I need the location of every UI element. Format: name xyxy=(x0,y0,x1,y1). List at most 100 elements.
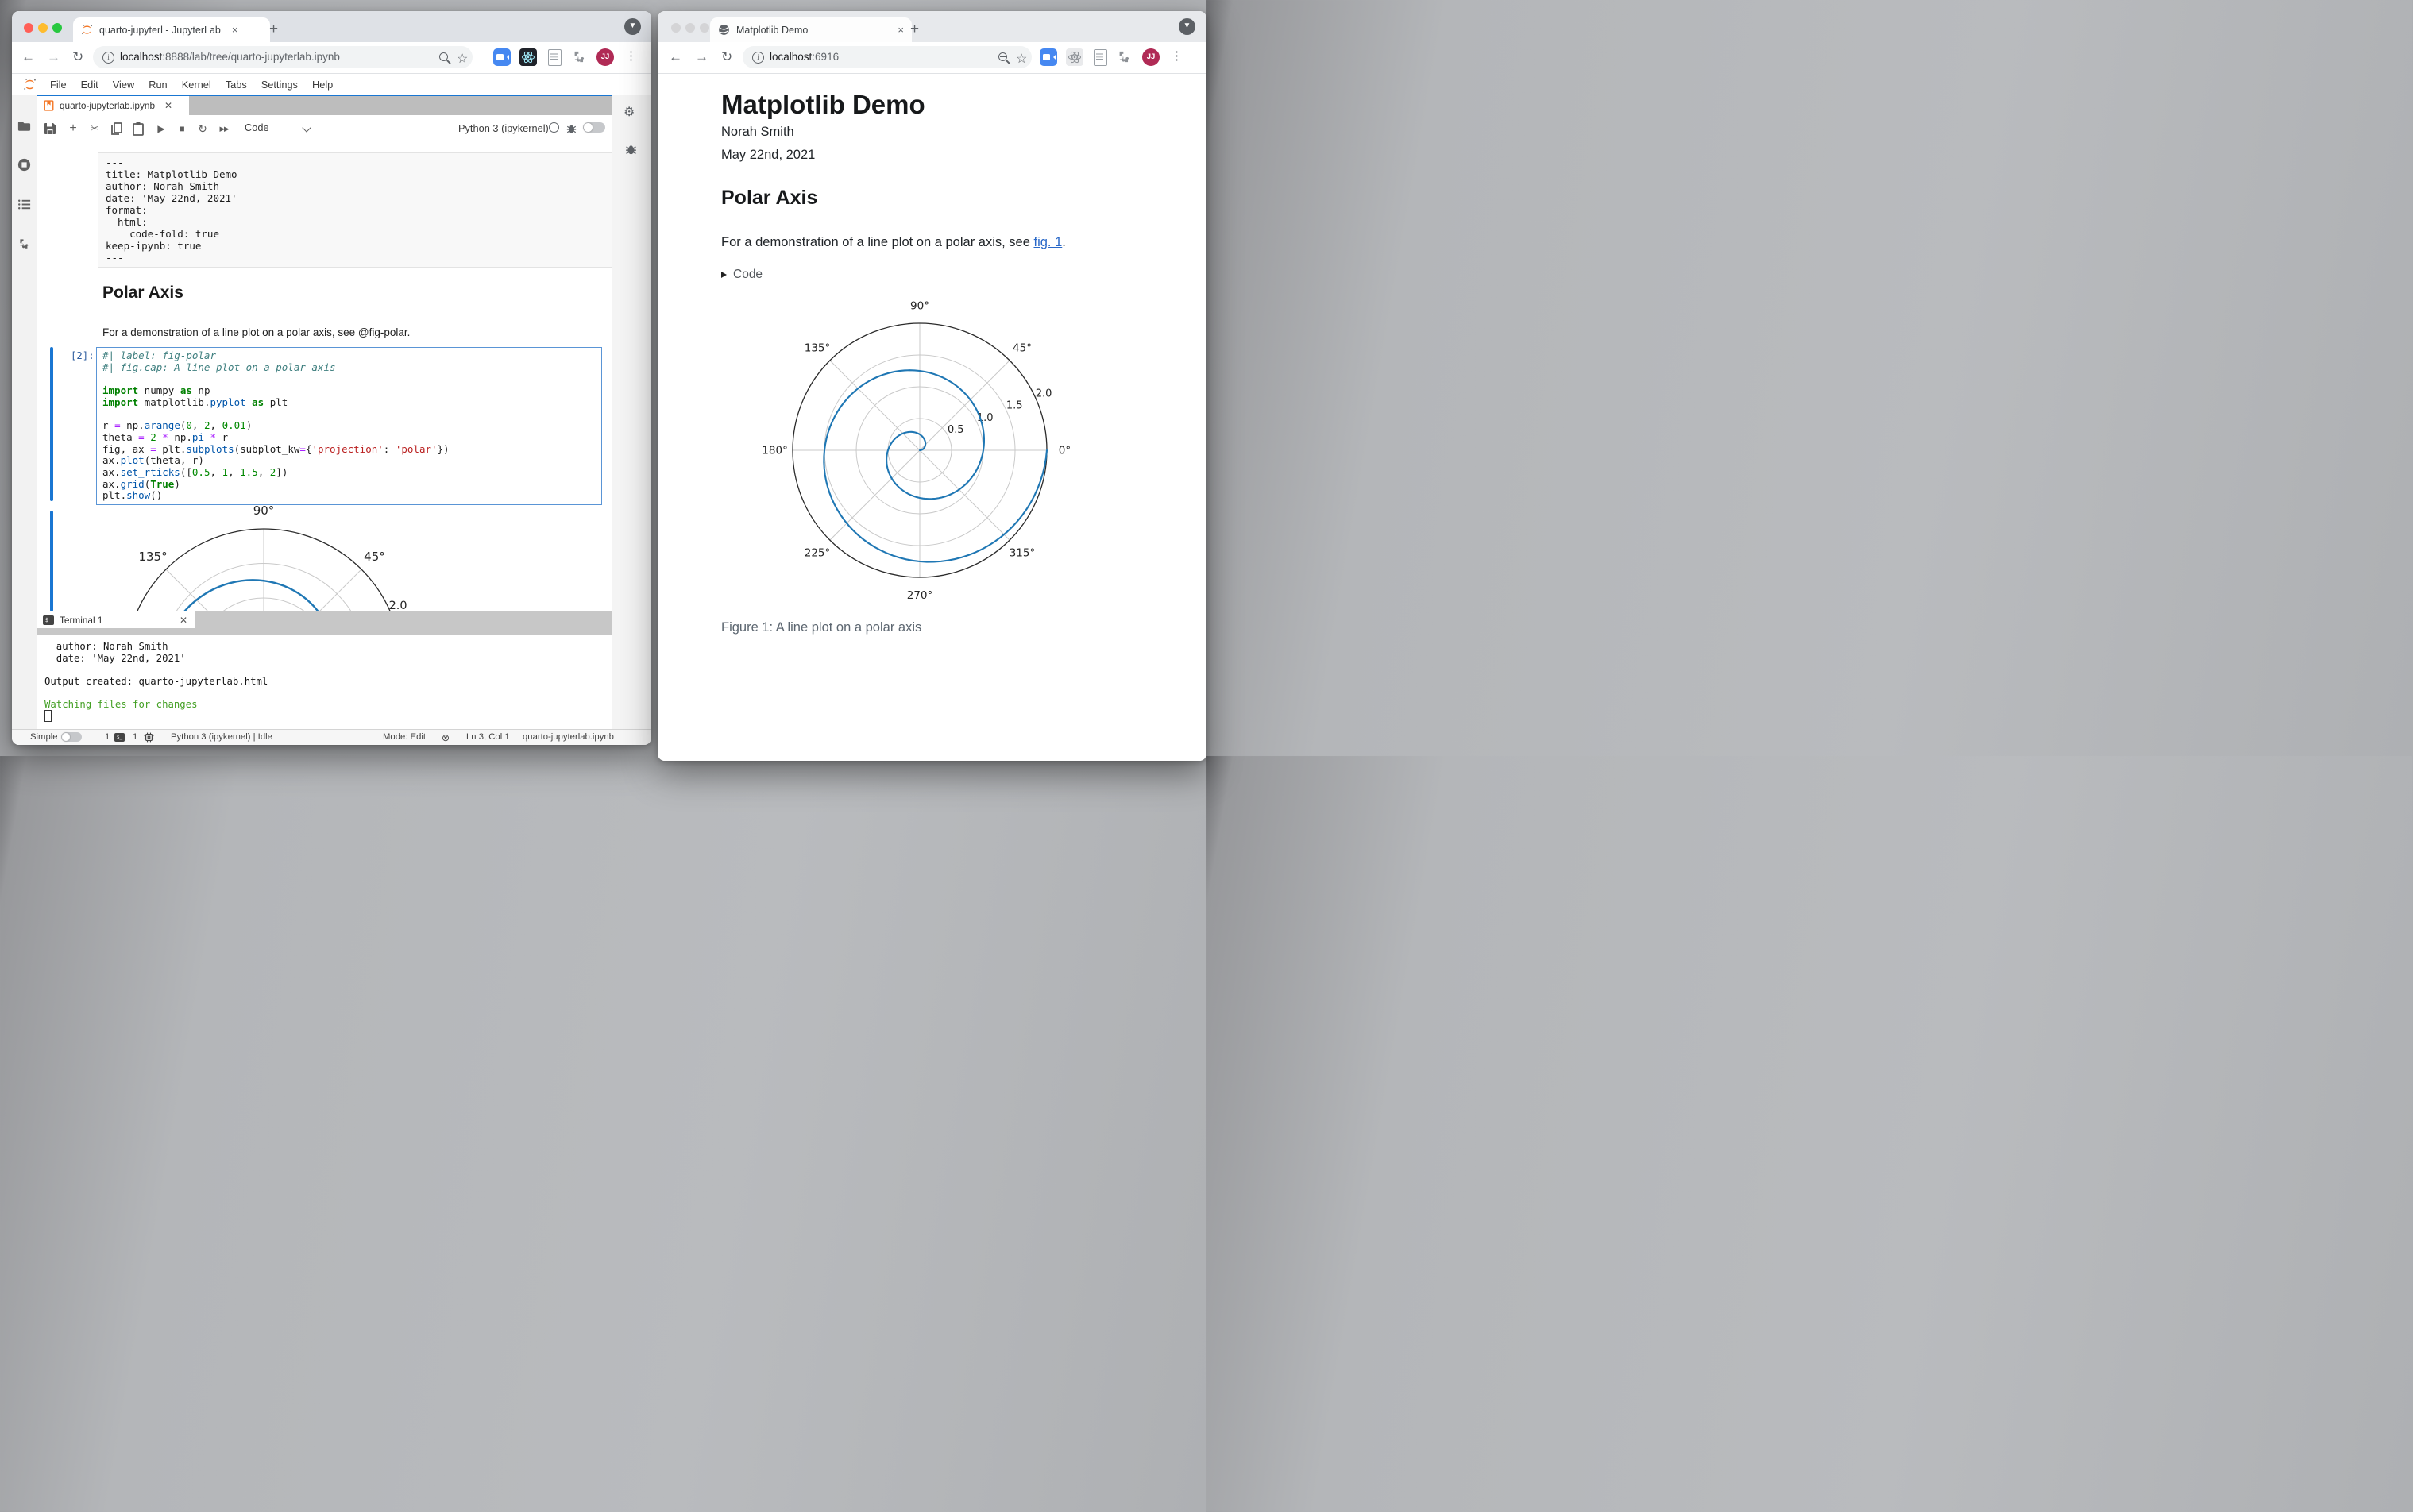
execution-count: [2]: xyxy=(71,350,95,361)
status-terminal-icon[interactable]: $_ xyxy=(114,733,125,742)
react-devtools-icon[interactable] xyxy=(1066,48,1083,66)
simple-mode-toggle[interactable] xyxy=(61,732,82,742)
rendered-doc-browser-window: Matplotlib Demo × + ▼ ← → ↻ i localhost:… xyxy=(658,11,1206,761)
reload-icon[interactable]: ↻ xyxy=(72,49,83,65)
svg-text:225°: 225° xyxy=(805,547,831,560)
browser-menu-icon[interactable]: ⋮ xyxy=(625,48,637,63)
extensions-puzzle-icon[interactable] xyxy=(1116,48,1133,66)
zoom-window-button[interactable] xyxy=(52,23,62,33)
new-tab-button[interactable]: + xyxy=(910,21,919,38)
toolbar-bug-icon[interactable] xyxy=(566,122,577,134)
copy-cells-icon[interactable] xyxy=(109,121,125,137)
svg-text:0°: 0° xyxy=(1059,445,1071,457)
forward-icon[interactable]: → xyxy=(695,49,708,65)
property-inspector-gear-icon[interactable]: ⚙ xyxy=(624,104,635,120)
document-extension-icon[interactable] xyxy=(546,48,563,66)
jupyter-logo xyxy=(24,79,36,90)
address-bar[interactable]: i localhost:8888/lab/tree/quarto-jupyter… xyxy=(93,46,473,68)
document-title: Matplotlib Demo xyxy=(721,90,925,119)
cut-cells-icon[interactable]: ✂ xyxy=(87,121,102,137)
close-tab-icon[interactable]: × xyxy=(232,24,238,36)
restart-kernel-icon[interactable]: ↻ xyxy=(195,121,210,137)
yaml-raw-cell[interactable]: --- title: Matplotlib Demo author: Norah… xyxy=(98,152,612,268)
tab-search-icon[interactable]: ▼ xyxy=(1179,18,1195,35)
terminal-tab[interactable]: $_ Terminal 1 ✕ xyxy=(37,611,195,628)
save-icon[interactable] xyxy=(42,121,58,137)
bookmark-star-icon[interactable]: ☆ xyxy=(1016,51,1027,67)
browser-menu-icon[interactable]: ⋮ xyxy=(1171,48,1183,63)
figure-caption: Figure 1: A line plot on a polar axis xyxy=(721,620,922,634)
interrupt-kernel-icon[interactable]: ■ xyxy=(174,121,190,137)
status-kernel-chip-icon[interactable] xyxy=(144,732,154,742)
kernel-status-text[interactable]: Python 3 (ipykernel) | Idle xyxy=(171,732,272,742)
cell-collapser[interactable] xyxy=(50,347,53,501)
back-icon[interactable]: ← xyxy=(669,49,682,65)
menu-item-kernel[interactable]: Kernel xyxy=(175,79,218,91)
svg-text:90°: 90° xyxy=(910,299,929,312)
minimize-window-button[interactable] xyxy=(685,23,695,33)
extensions-puzzle-icon[interactable] xyxy=(571,48,589,66)
new-tab-button[interactable]: + xyxy=(269,21,278,38)
menu-item-tabs[interactable]: Tabs xyxy=(218,79,254,91)
zoom-window-button[interactable] xyxy=(700,23,709,33)
close-terminal-icon[interactable]: ✕ xyxy=(180,615,187,626)
jupyterlab-browser-window: quarto-jupyterl - JupyterLab × + ▼ ← → ↻… xyxy=(12,11,651,745)
search-icon[interactable] xyxy=(439,52,448,61)
cursor-position[interactable]: Ln 3, Col 1 xyxy=(466,732,510,742)
back-icon[interactable]: ← xyxy=(21,49,35,65)
output-collapser[interactable] xyxy=(50,511,53,611)
close-tab-icon[interactable]: × xyxy=(898,24,904,36)
notebook-file-tab[interactable]: quarto-jupyterlab.ipynb ✕ xyxy=(37,96,189,115)
close-window-button[interactable] xyxy=(671,23,681,33)
menubar-items: File Edit View Run Kernel Tabs Settings Help xyxy=(43,79,340,91)
site-info-icon[interactable]: i xyxy=(102,52,114,64)
close-window-button[interactable] xyxy=(24,23,33,33)
profile-avatar[interactable]: JJ xyxy=(596,48,614,66)
react-devtools-icon[interactable] xyxy=(519,48,537,66)
browser-tab[interactable]: quarto-jupyterl - JupyterLab × xyxy=(73,17,270,42)
paste-cells-icon[interactable] xyxy=(130,121,146,137)
menu-item-help[interactable]: Help xyxy=(305,79,340,91)
video-extension-icon[interactable] xyxy=(1040,48,1057,66)
terminal-output[interactable]: author: Norah Smith date: 'May 22nd, 202… xyxy=(37,634,612,729)
jupyter-favicon xyxy=(82,25,93,35)
browser-tab[interactable]: Matplotlib Demo × xyxy=(710,17,912,42)
site-info-icon[interactable]: i xyxy=(752,52,764,64)
menu-item-edit[interactable]: Edit xyxy=(74,79,106,91)
debugger-toggle[interactable] xyxy=(583,122,605,133)
reload-icon[interactable]: ↻ xyxy=(721,49,732,65)
video-extension-icon[interactable] xyxy=(493,48,511,66)
menu-item-view[interactable]: View xyxy=(106,79,142,91)
cell-type-dropdown[interactable]: Code xyxy=(245,122,269,133)
browser-tabstrip: quarto-jupyterl - JupyterLab × + ▼ xyxy=(12,11,651,42)
address-bar[interactable]: i localhost:6916 ☆ xyxy=(743,46,1032,68)
tab-search-icon[interactable]: ▼ xyxy=(624,18,641,35)
menu-item-file[interactable]: File xyxy=(43,79,74,91)
code-cell-editor[interactable]: #| label: fig-polar #| fig.cap: A line pl… xyxy=(96,347,602,506)
run-cell-icon[interactable]: ▶ xyxy=(153,121,169,137)
kernel-name-button[interactable]: Python 3 (ipykernel) xyxy=(458,122,549,134)
mode-indicator[interactable]: Mode: Edit xyxy=(383,732,426,742)
kernel-count: 1 xyxy=(133,732,138,742)
file-browser-icon[interactable] xyxy=(17,119,32,134)
bookmark-star-icon[interactable]: ☆ xyxy=(457,51,468,67)
close-file-tab-icon[interactable]: ✕ xyxy=(164,100,172,111)
table-of-contents-icon[interactable] xyxy=(17,197,32,212)
minimize-window-button[interactable] xyxy=(38,23,48,33)
menu-item-run[interactable]: Run xyxy=(141,79,174,91)
profile-avatar[interactable]: JJ xyxy=(1142,48,1160,66)
running-kernels-icon[interactable] xyxy=(17,157,32,172)
debugger-bug-icon[interactable] xyxy=(624,142,638,156)
menu-item-settings[interactable]: Settings xyxy=(254,79,305,91)
figure-link[interactable]: fig. 1 xyxy=(1033,235,1062,249)
restart-run-all-icon[interactable]: ▶▶ xyxy=(216,121,232,137)
file-tabs-row: quarto-jupyterlab.ipynb ✕ xyxy=(37,94,612,117)
zoom-level-icon[interactable] xyxy=(998,52,1007,61)
forward-icon[interactable]: → xyxy=(47,49,60,65)
disclosure-triangle-icon xyxy=(721,272,727,278)
add-cell-icon[interactable]: + xyxy=(65,121,81,137)
extension-manager-icon[interactable] xyxy=(17,237,32,252)
code-fold-toggle[interactable]: Code xyxy=(721,268,763,282)
cell-type-chevron-icon[interactable] xyxy=(302,123,311,133)
document-extension-icon[interactable] xyxy=(1091,48,1109,66)
